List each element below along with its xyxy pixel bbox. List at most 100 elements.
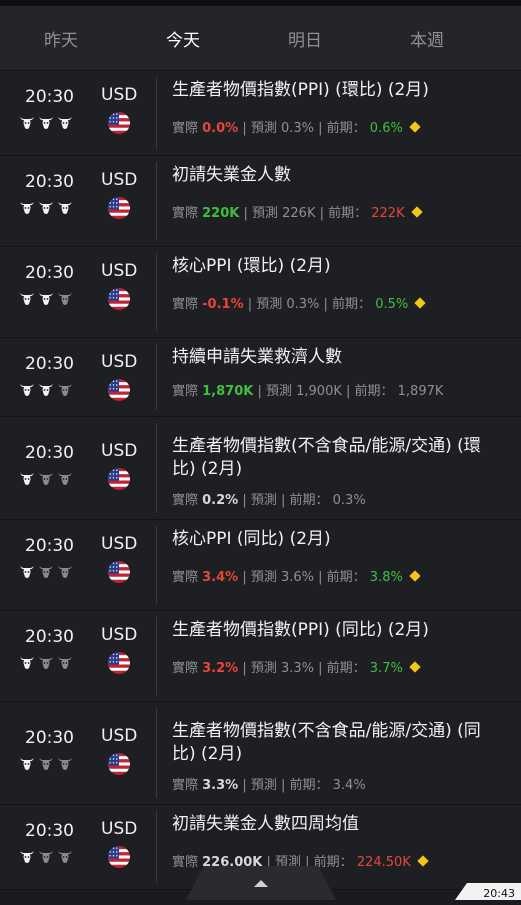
event-row[interactable]: 20:30 USD 初請失業金人數實際 220K | 預測 226K | 前期： 2… xyxy=(0,156,521,247)
row-divider xyxy=(156,526,157,604)
row-divider xyxy=(156,253,157,331)
event-row[interactable]: 20:30 USD 持續申請失業救濟人數 實際 1,870K | 預測 1,900K … xyxy=(0,338,521,417)
previous-label: | 前期： xyxy=(280,778,333,793)
previous-label: | 前期： xyxy=(341,384,398,399)
actual-label: 實際 xyxy=(172,206,203,221)
previous-value: 3.4% xyxy=(332,778,366,793)
previous-value: 0.5% xyxy=(375,297,409,312)
forecast-label: | 預測 xyxy=(239,206,283,221)
expand-handle[interactable] xyxy=(186,866,336,900)
bull-icon xyxy=(19,564,35,583)
actual-value: 0.0% xyxy=(202,121,239,136)
previous-label: | 前期： xyxy=(315,206,372,221)
event-row[interactable]: 20:30 USD 生產者物價指數(不含食品/能源/交通) (環比) (2月) 實際 … xyxy=(0,417,521,520)
us-flag-icon xyxy=(108,753,130,775)
revision-diamond-icon xyxy=(417,855,429,867)
event-values: 實際 3.2% | 預測 3.3% | 前期： 3.7% xyxy=(172,657,421,676)
bull-icon xyxy=(57,849,73,868)
event-currency: USD xyxy=(101,85,138,105)
event-currency: USD xyxy=(101,625,138,645)
bull-icon xyxy=(57,115,73,134)
forecast-label: | 預測 xyxy=(238,121,281,136)
event-time: 20:30 xyxy=(25,443,74,463)
event-currency: USD xyxy=(101,819,138,839)
us-flag-icon xyxy=(108,652,130,674)
event-title: 生產者物價指數(PPI) (環比) (2月) xyxy=(172,80,429,100)
tab-today[interactable]: 今天 xyxy=(122,26,244,51)
previous-label: | 前期： xyxy=(280,493,333,508)
event-currency: USD xyxy=(101,261,138,281)
revision-diamond-icon xyxy=(410,206,423,218)
actual-label: 實際 xyxy=(172,661,203,676)
bull-icon xyxy=(57,756,73,775)
previous-label: | 前期： xyxy=(314,121,370,136)
event-title: 核心PPI (環比) (2月) xyxy=(172,256,331,276)
bull-icon xyxy=(57,564,73,583)
previous-label: | 前期： xyxy=(314,661,370,676)
bull-icon xyxy=(38,382,54,401)
event-values: 實際 0.2% | 預測 | 前期： 0.3% xyxy=(172,489,366,508)
event-currency: USD xyxy=(101,726,138,746)
bull-icon xyxy=(57,471,73,490)
event-title: 初請失業金人數 xyxy=(172,165,291,185)
chevron-up-icon xyxy=(254,880,268,887)
bull-icon xyxy=(38,471,54,490)
event-list: 20:30 USD 生產者物價指數(PPI) (環比) (2月) 實際 0.0% | … xyxy=(0,71,521,890)
event-values: 實際 -0.1% | 預測 0.3% | 前期： 0.5% xyxy=(172,293,426,312)
event-row[interactable]: 20:30 USD 核心PPI (環比) (2月) 實際 -0.1% | 預測 0.3… xyxy=(0,247,521,338)
importance-rating xyxy=(19,291,73,310)
bull-icon xyxy=(38,564,54,583)
forecast-value: 3.3% xyxy=(280,661,315,676)
actual-value: 0.2% xyxy=(202,493,239,508)
tab-this-week[interactable]: 本週 xyxy=(366,26,488,51)
day-tabs: 昨天 今天 明日 本週 xyxy=(0,6,521,71)
event-title: 生產者物價指數(不含食品/能源/交通) (同比) (2月) xyxy=(172,721,481,764)
revision-diamond-icon xyxy=(409,121,421,133)
event-row[interactable]: 20:30 USD 生產者物價指數(不含食品/能源/交通) (同比) (2月) 實際 … xyxy=(0,702,521,805)
event-title: 初請失業金人數四周均值 xyxy=(172,814,359,834)
row-divider xyxy=(156,344,157,410)
event-currency: USD xyxy=(101,534,138,554)
importance-rating xyxy=(19,200,73,219)
actual-label: 實際 xyxy=(172,570,203,585)
event-time: 20:30 xyxy=(25,536,74,556)
event-row[interactable]: 20:30 USD 核心PPI (同比) (2月) 實際 3.4% | 預測 3.6%… xyxy=(0,520,521,611)
bull-icon xyxy=(57,382,73,401)
revision-diamond-icon xyxy=(409,570,421,582)
bull-icon xyxy=(57,200,73,219)
actual-label: 實際 xyxy=(172,855,203,870)
event-currency: USD xyxy=(101,170,138,190)
bull-icon xyxy=(38,655,54,674)
event-time: 20:30 xyxy=(25,627,74,647)
revision-diamond-icon xyxy=(414,297,426,309)
importance-rating xyxy=(19,471,73,490)
bull-icon xyxy=(19,471,35,490)
event-currency: USD xyxy=(101,352,138,372)
previous-value: 222K xyxy=(371,206,405,221)
row-divider xyxy=(156,77,157,149)
previous-value: 1,897K xyxy=(397,384,444,399)
revision-diamond-icon xyxy=(409,661,421,673)
tab-tomorrow[interactable]: 明日 xyxy=(244,26,366,51)
event-time: 20:30 xyxy=(25,87,74,107)
event-time: 20:30 xyxy=(25,172,74,192)
importance-rating xyxy=(19,115,73,134)
importance-rating xyxy=(19,655,73,674)
event-row[interactable]: 20:30 USD 生產者物價指數(PPI) (同比) (2月) 實際 3.2% | … xyxy=(0,611,521,702)
us-flag-icon xyxy=(108,468,130,490)
us-flag-icon xyxy=(108,288,130,310)
forecast-label: | 預測 xyxy=(243,297,287,312)
importance-rating xyxy=(19,564,73,583)
event-title: 核心PPI (同比) (2月) xyxy=(172,529,331,549)
event-values: 實際 220K | 預測 226K | 前期： 222K xyxy=(172,202,423,221)
actual-label: 實際 xyxy=(172,778,203,793)
actual-label: 實際 xyxy=(172,384,203,399)
actual-value: 220K xyxy=(202,206,240,221)
forecast-value: 226K xyxy=(282,206,316,221)
event-values: 實際 1,870K | 預測 1,900K | 前期： 1,897K xyxy=(172,380,443,399)
event-values: 實際 3.4% | 預測 3.6% | 前期： 3.8% xyxy=(172,566,421,585)
bull-icon xyxy=(57,655,73,674)
forecast-label: | 預測 xyxy=(238,570,281,585)
tab-yesterday[interactable]: 昨天 xyxy=(0,26,122,51)
event-row[interactable]: 20:30 USD 生產者物價指數(PPI) (環比) (2月) 實際 0.0% | … xyxy=(0,71,521,156)
